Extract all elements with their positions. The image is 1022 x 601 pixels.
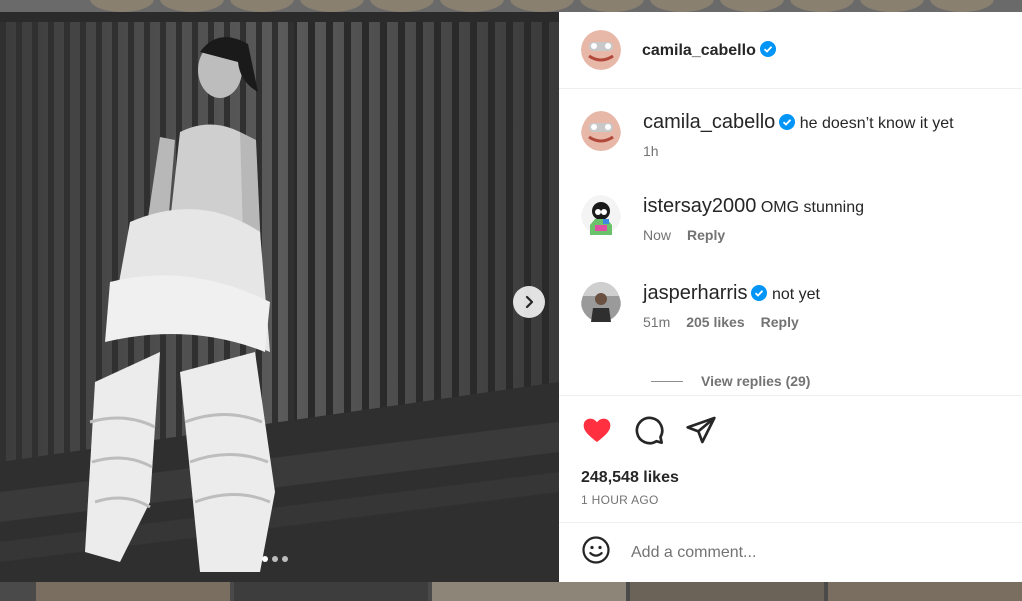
comment-text: not yet bbox=[771, 286, 820, 303]
comment-item: jasperharris not yet 51m 205 likes Reply bbox=[581, 282, 820, 330]
post-modal: camila_cabello camila_cabello he doesn’t… bbox=[0, 12, 1022, 582]
reply-button[interactable]: Reply bbox=[687, 227, 725, 243]
comment-username[interactable]: istersay2000 bbox=[643, 195, 756, 217]
reply-button[interactable]: Reply bbox=[761, 314, 799, 330]
share-icon[interactable] bbox=[685, 414, 717, 446]
comments-list: camila_cabello he doesn’t know it yet 1h… bbox=[559, 89, 1022, 395]
comment-text: he doesn’t know it yet bbox=[799, 115, 954, 132]
comment-time[interactable]: 1h bbox=[643, 143, 659, 159]
verified-badge-icon bbox=[751, 285, 768, 301]
carousel-indicator bbox=[262, 556, 288, 562]
post-media bbox=[0, 12, 559, 582]
comment-username[interactable]: jasperharris bbox=[643, 282, 747, 304]
next-image-button[interactable] bbox=[513, 286, 545, 318]
comment-item: camila_cabello he doesn’t know it yet 1h bbox=[581, 111, 954, 159]
comment-item: istersay2000 OMG stunning Now Reply bbox=[581, 195, 864, 243]
comment-time[interactable]: 51m bbox=[643, 314, 670, 330]
author-avatar[interactable] bbox=[581, 30, 621, 70]
post-sidebar: camila_cabello camila_cabello he doesn’t… bbox=[559, 12, 1022, 582]
add-comment-input[interactable] bbox=[631, 543, 991, 562]
post-timestamp[interactable]: 1 HOUR AGO bbox=[581, 493, 659, 507]
verified-badge-icon bbox=[779, 114, 796, 130]
background-grid-row bbox=[0, 582, 1022, 601]
commenter-avatar[interactable] bbox=[581, 282, 621, 330]
view-replies-label: View replies (29) bbox=[701, 373, 811, 389]
comment-username[interactable]: camila_cabello bbox=[643, 111, 775, 133]
comment-icon[interactable] bbox=[633, 414, 665, 446]
comment-time[interactable]: Now bbox=[643, 227, 671, 243]
commenter-avatar[interactable] bbox=[581, 195, 621, 243]
post-photo bbox=[0, 22, 559, 582]
heart-icon[interactable] bbox=[581, 414, 613, 446]
carousel-dot bbox=[262, 556, 268, 562]
carousel-dot bbox=[272, 556, 278, 562]
likes-count[interactable]: 248,548 likes bbox=[581, 469, 679, 487]
chevron-right-icon bbox=[525, 295, 534, 309]
add-comment-bar bbox=[559, 523, 1022, 582]
replies-divider bbox=[651, 380, 683, 382]
comment-likes[interactable]: 205 likes bbox=[686, 314, 744, 330]
post-actions: 248,548 likes 1 HOUR AGO bbox=[559, 395, 1022, 523]
view-replies-button[interactable]: View replies (29) bbox=[651, 373, 810, 389]
post-header: camila_cabello bbox=[559, 12, 1022, 89]
commenter-avatar[interactable] bbox=[581, 111, 621, 159]
verified-badge-icon bbox=[759, 40, 776, 57]
carousel-dot bbox=[282, 556, 288, 562]
emoji-icon[interactable] bbox=[581, 535, 611, 570]
author-username[interactable]: camila_cabello bbox=[642, 40, 776, 60]
comment-text: OMG stunning bbox=[760, 199, 865, 216]
